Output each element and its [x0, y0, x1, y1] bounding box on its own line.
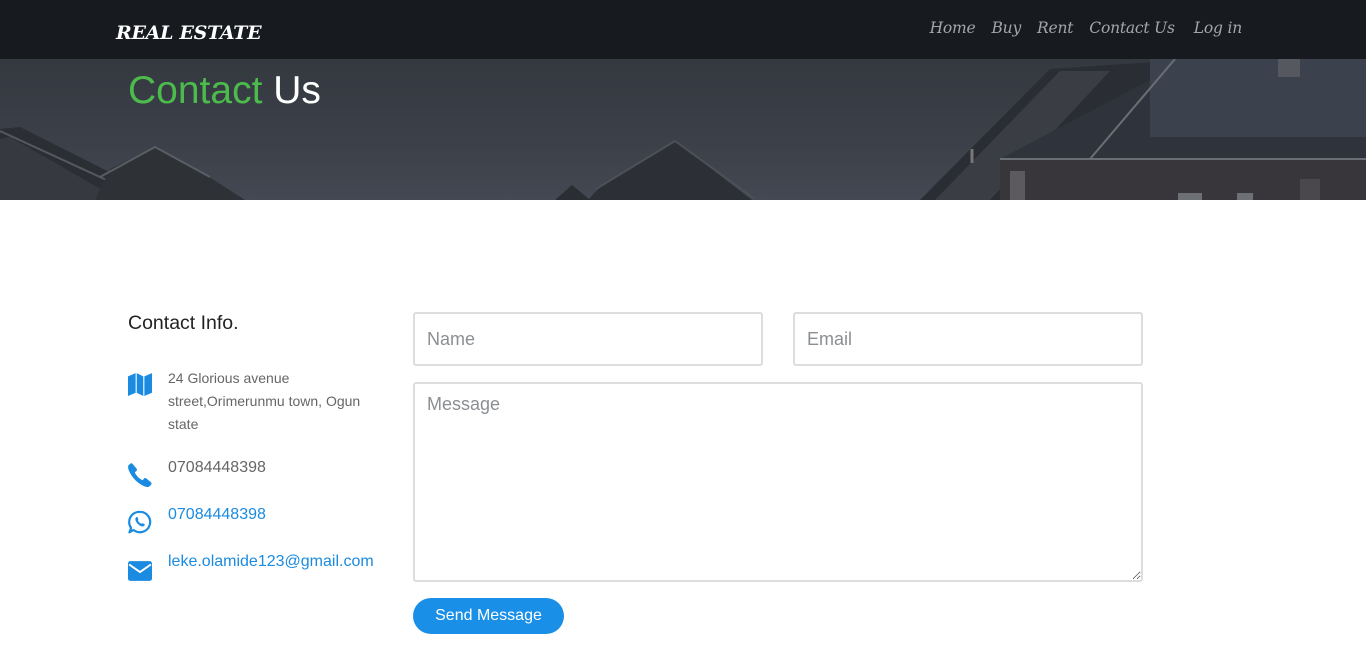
nav-links: Home Buy Rent Contact Us Log in	[914, 19, 1243, 37]
send-message-button[interactable]: Send Message	[413, 598, 564, 634]
email-input[interactable]	[793, 312, 1143, 366]
name-input[interactable]	[413, 312, 763, 366]
contact-info-panel: Contact Info.	[128, 312, 388, 335]
whatsapp-link[interactable]: 07084448398	[168, 506, 266, 524]
nav-contact-us[interactable]: Contact Us	[1089, 19, 1175, 37]
title-rest: Us	[273, 69, 321, 112]
hero-banner: Contact Us	[0, 59, 1366, 200]
brand-logo[interactable]: REAL ESTATE	[116, 22, 262, 44]
email-link[interactable]: leke.olamide123@gmail.com	[168, 553, 374, 571]
page-title: Contact Us	[128, 69, 321, 113]
address-text: 24 Glorious avenue street,Orimerunmu tow…	[168, 370, 361, 432]
contact-info-title: Contact Info.	[128, 312, 239, 334]
message-textarea[interactable]	[413, 382, 1143, 582]
navbar: REAL ESTATE Home Buy Rent Contact Us Log…	[0, 0, 1366, 59]
phone-icon	[128, 463, 152, 487]
nav-home[interactable]: Home	[930, 19, 976, 37]
title-accent: Contact	[128, 69, 263, 112]
nav-buy[interactable]: Buy	[991, 19, 1021, 37]
map-icon	[128, 373, 152, 396]
envelope-icon	[128, 561, 152, 581]
nav-rent[interactable]: Rent	[1037, 19, 1073, 37]
whatsapp-icon	[128, 510, 152, 534]
phone-text: 07084448398	[168, 459, 266, 476]
nav-log-in[interactable]: Log in	[1194, 19, 1242, 37]
